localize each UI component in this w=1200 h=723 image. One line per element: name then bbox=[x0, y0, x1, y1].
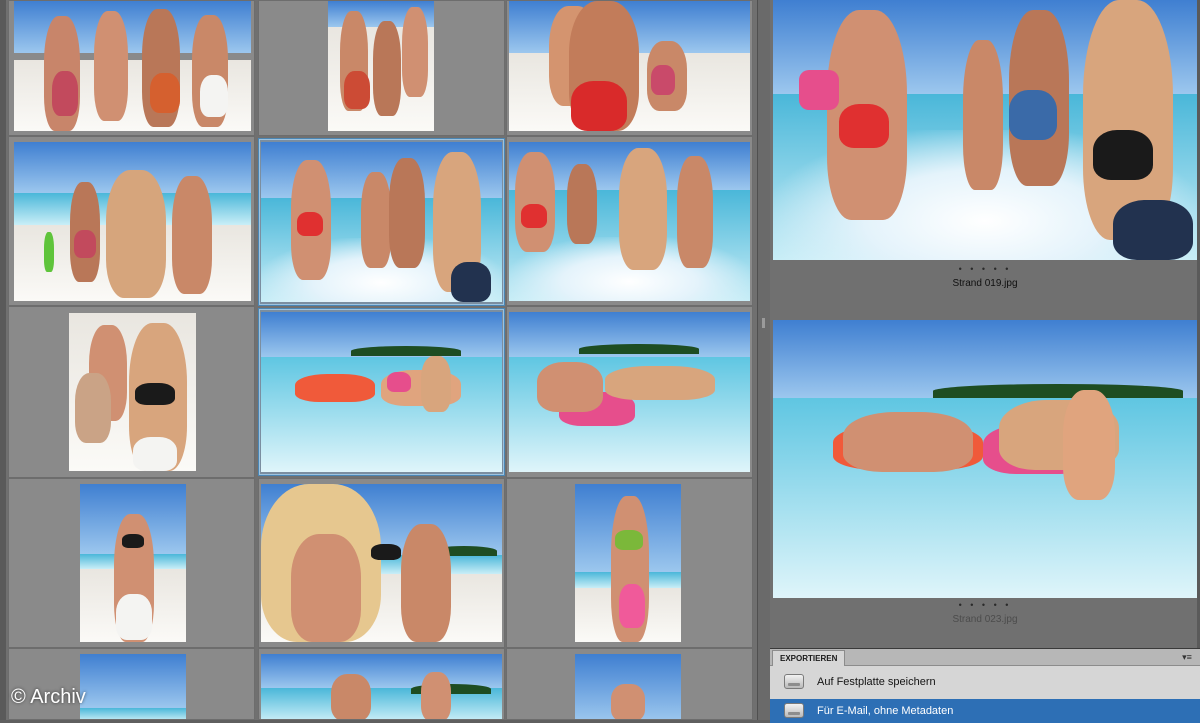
preview-panel: • • • • • Strand 019.jpg • • • • • Stran… bbox=[770, 0, 1200, 648]
thumbnail-cell[interactable] bbox=[506, 306, 753, 478]
thumbnail-cell[interactable] bbox=[8, 136, 255, 306]
export-tab-bar: EXPORTIEREN ▾≡ bbox=[770, 649, 1200, 666]
thumbnail-image[interactable] bbox=[575, 654, 681, 719]
thumbnail-cell-selected[interactable] bbox=[258, 138, 505, 306]
thumbnail-cell[interactable] bbox=[506, 648, 753, 720]
preview-image-1[interactable] bbox=[773, 0, 1197, 260]
export-item-label: Für E-Mail, ohne Metadaten bbox=[817, 705, 954, 717]
thumbnail-cell[interactable] bbox=[8, 648, 255, 720]
thumbnail-image[interactable] bbox=[509, 1, 750, 131]
thumbnail-image[interactable] bbox=[80, 654, 186, 719]
thumbnail-image[interactable] bbox=[328, 1, 434, 131]
thumbnail-image[interactable] bbox=[14, 142, 251, 301]
thumbnail-cell[interactable] bbox=[506, 478, 753, 648]
thumbnail-cell-selected[interactable] bbox=[258, 308, 505, 476]
thumbnail-grid: © Archiv bbox=[0, 0, 758, 720]
thumbnail-cell[interactable] bbox=[8, 0, 255, 136]
thumbnail-cell[interactable] bbox=[506, 0, 753, 136]
left-scroll-edge[interactable] bbox=[0, 0, 6, 720]
hard-disk-icon bbox=[784, 703, 804, 718]
panel-menu-icon[interactable]: ▾≡ bbox=[1180, 652, 1194, 662]
thumbnail-image[interactable] bbox=[14, 1, 251, 131]
tab-exportieren[interactable]: EXPORTIEREN bbox=[772, 650, 846, 666]
thumbnail-image[interactable] bbox=[69, 313, 196, 471]
thumbnail-cell[interactable] bbox=[8, 306, 255, 478]
rating-dots[interactable]: • • • • • bbox=[770, 264, 1200, 274]
thumbnail-image[interactable] bbox=[575, 484, 681, 642]
thumbnail-cell[interactable] bbox=[258, 0, 505, 136]
thumbnail-image[interactable] bbox=[261, 654, 502, 719]
hard-disk-icon bbox=[784, 674, 804, 689]
thumbnail-image[interactable] bbox=[261, 312, 502, 472]
thumbnail-image[interactable] bbox=[80, 484, 186, 642]
thumbnail-image[interactable] bbox=[509, 142, 750, 301]
rating-dots[interactable]: • • • • • bbox=[770, 600, 1200, 610]
thumbnail-image[interactable] bbox=[261, 484, 502, 642]
thumbnail-image[interactable] bbox=[261, 142, 502, 302]
thumbnail-cell[interactable] bbox=[258, 648, 505, 720]
splitter-grip-icon[interactable] bbox=[762, 318, 765, 328]
thumbnail-cell[interactable] bbox=[258, 478, 505, 648]
export-item-festplatte[interactable]: Auf Festplatte speichern bbox=[770, 670, 1200, 694]
preview-filename: Strand 023.jpg bbox=[952, 614, 1018, 625]
preview-filename: Strand 019.jpg bbox=[952, 278, 1018, 289]
export-item-email[interactable]: Für E-Mail, ohne Metadaten bbox=[770, 699, 1200, 723]
preview-image-2[interactable] bbox=[773, 320, 1197, 598]
panel-splitter[interactable] bbox=[757, 0, 771, 720]
thumbnail-image[interactable] bbox=[509, 312, 750, 472]
export-item-label: Auf Festplatte speichern bbox=[817, 676, 936, 688]
thumbnail-cell[interactable] bbox=[506, 136, 753, 306]
archiv-watermark: © Archiv bbox=[11, 686, 86, 708]
thumbnail-cell[interactable] bbox=[8, 478, 255, 648]
export-panel: EXPORTIEREN ▾≡ Auf Festplatte speichern … bbox=[770, 648, 1200, 723]
